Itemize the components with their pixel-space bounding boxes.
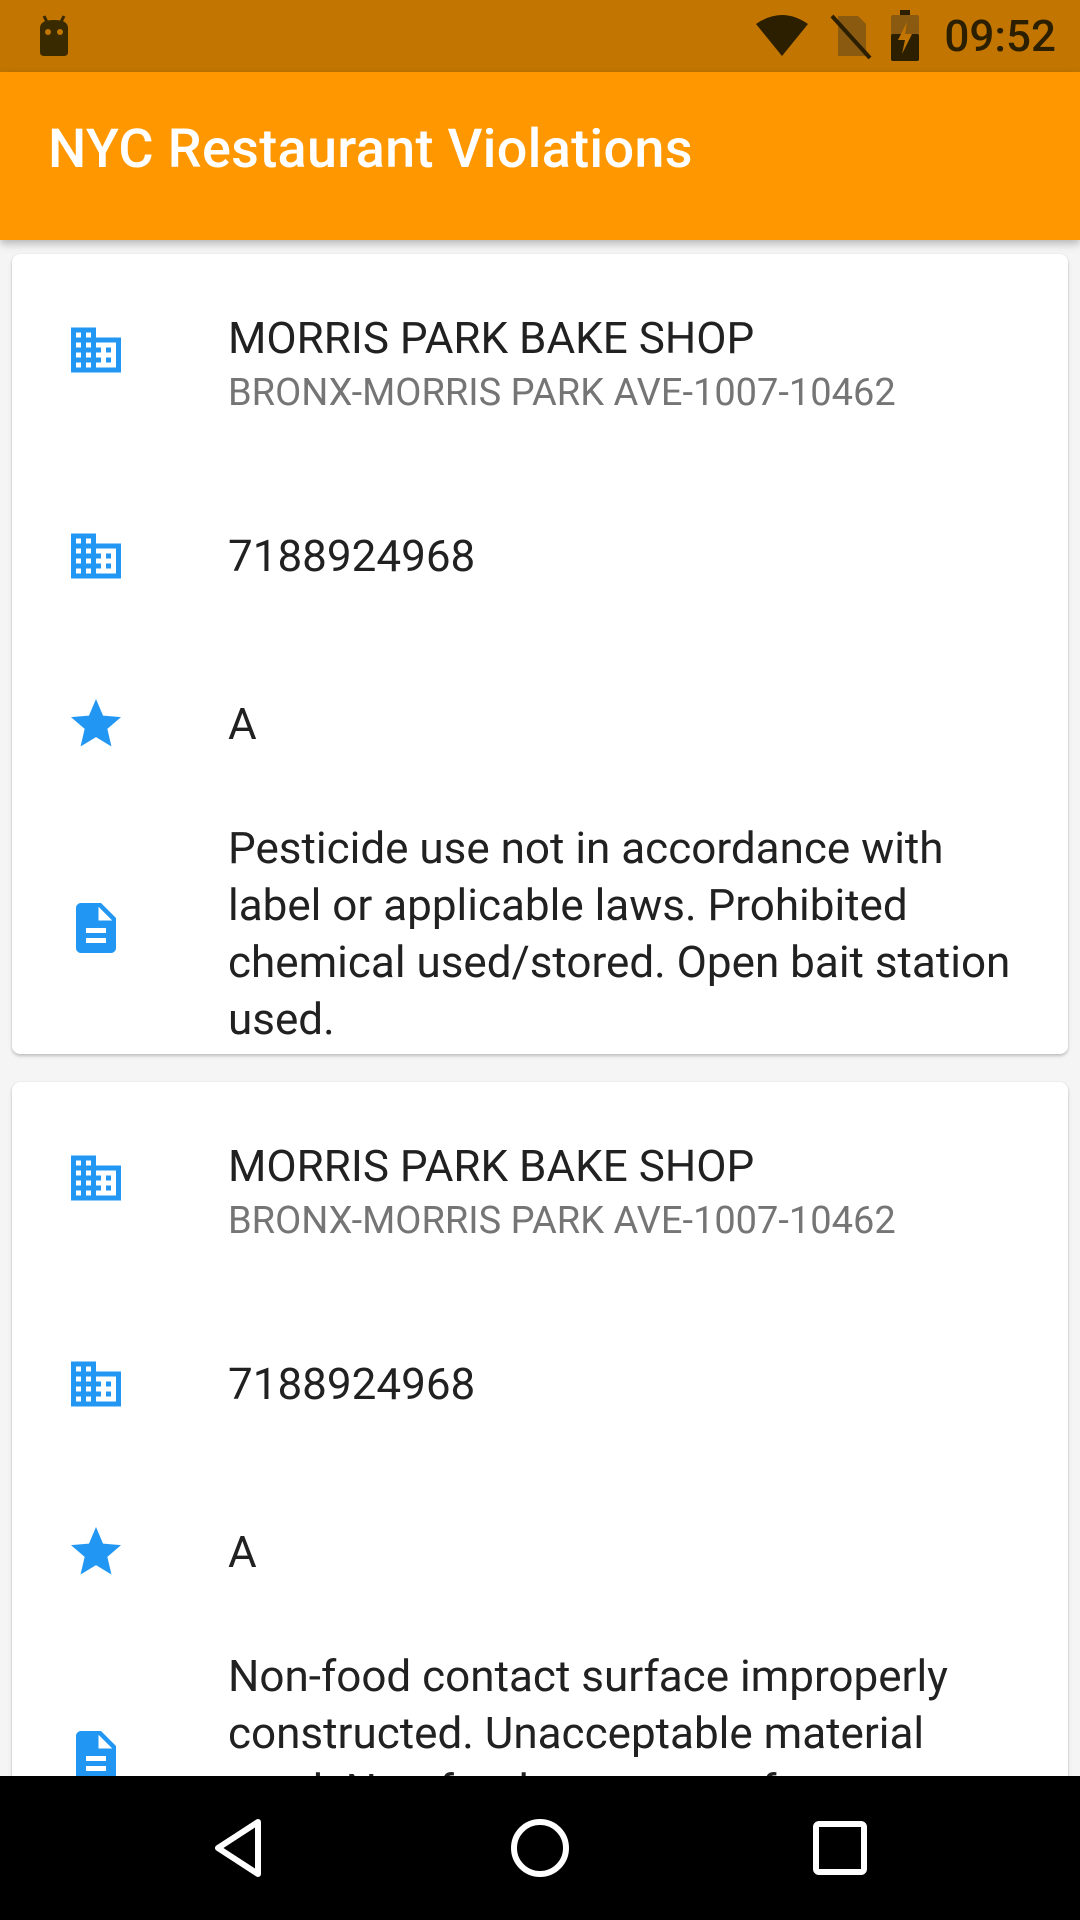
violation-card[interactable]: MORRIS PARK BAKE SHOP BRONX-MORRIS PARK … [12,254,1068,1054]
back-icon[interactable] [204,1812,276,1884]
app-bar: NYC Restaurant Violations [0,72,1080,240]
business-icon [71,533,121,579]
restaurant-phone: 7188924968 [228,1358,476,1410]
business-icon [71,327,121,373]
restaurant-grade: A [228,698,257,750]
status-time: 09:52 [944,10,1056,62]
home-icon[interactable] [504,1812,576,1884]
document-icon [76,903,116,953]
navigation-bar [0,1776,1080,1920]
business-icon [71,1155,121,1201]
android-icon [40,15,68,56]
document-icon [76,1731,116,1776]
star-icon [71,1527,121,1575]
recents-icon[interactable] [804,1812,876,1884]
battery-charging-icon [891,10,920,61]
restaurant-name: MORRIS PARK BAKE SHOP [228,1140,755,1192]
restaurant-grade: A [228,1526,257,1578]
app-title: NYC Restaurant Violations [48,118,693,181]
restaurant-name: MORRIS PARK BAKE SHOP [228,312,755,364]
restaurant-address: BRONX-MORRIS PARK AVE-1007-10462 [228,1199,896,1243]
star-icon [71,699,121,747]
wifi-icon [756,15,809,56]
violations-list[interactable]: MORRIS PARK BAKE SHOP BRONX-MORRIS PARK … [0,240,1080,1776]
violation-card[interactable]: MORRIS PARK BAKE SHOP BRONX-MORRIS PARK … [12,1082,1068,1776]
violation-description: Non-food contact surface improperly cons… [228,1650,948,1776]
restaurant-address: BRONX-MORRIS PARK AVE-1007-10462 [228,371,896,415]
status-bar: 09:52 [0,0,1080,72]
business-icon [71,1361,121,1407]
violation-description: Pesticide use not in accordance with lab… [228,822,1011,1045]
no-sim-icon [830,14,872,60]
restaurant-phone: 7188924968 [228,530,476,582]
